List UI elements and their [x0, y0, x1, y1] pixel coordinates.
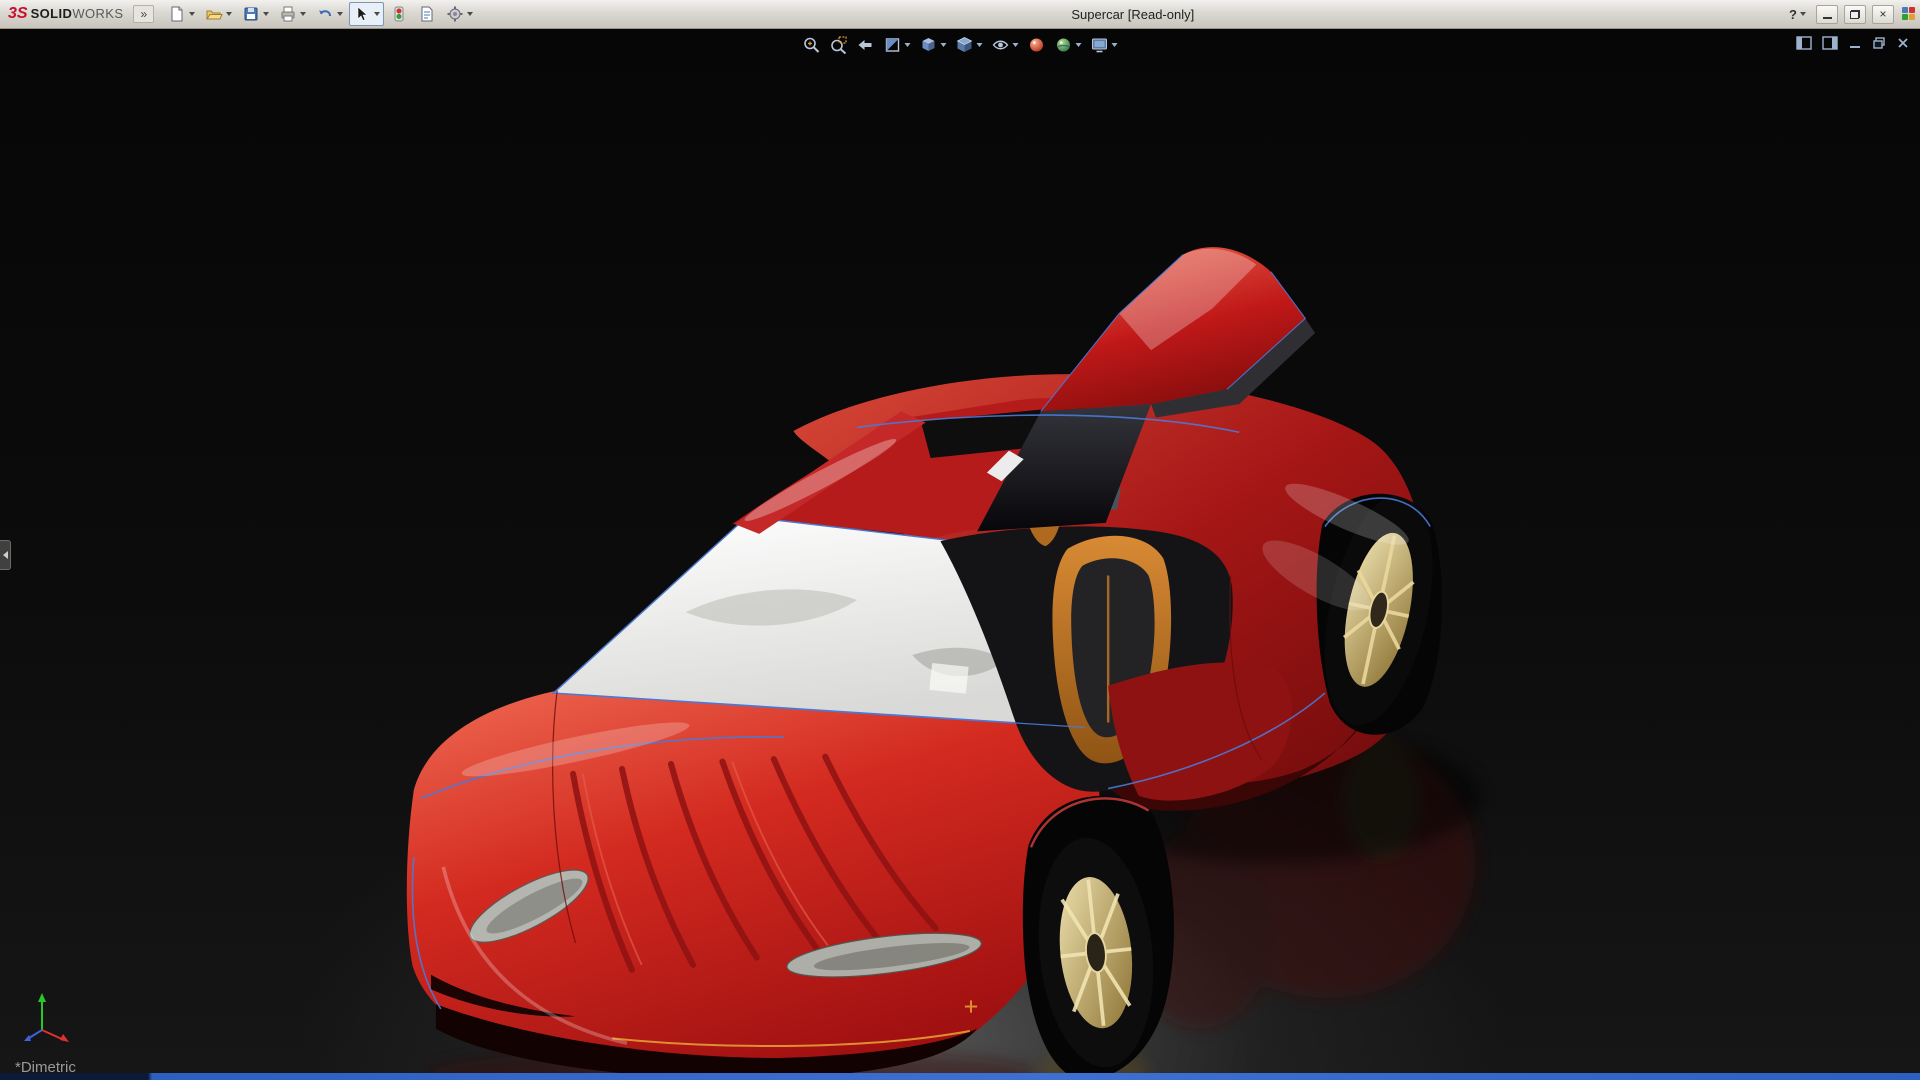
select-button[interactable]	[349, 2, 384, 26]
dropdown-caret[interactable]	[226, 12, 232, 16]
zoom-to-area-button[interactable]	[828, 35, 850, 55]
restore-icon	[1850, 10, 1860, 19]
rebuild-icon	[390, 5, 408, 23]
previous-view-button[interactable]	[855, 35, 877, 55]
hide-show-eye-icon	[992, 36, 1010, 54]
dropdown-caret[interactable]	[905, 43, 911, 47]
view-orientation-button[interactable]	[918, 35, 949, 55]
open-folder-icon	[205, 5, 223, 23]
save-icon	[242, 5, 260, 23]
display-style-icon	[956, 36, 974, 54]
hide-show-items-button[interactable]	[990, 35, 1021, 55]
window-controls: ? ×	[1785, 5, 1918, 24]
minimize-button[interactable]	[1816, 5, 1838, 24]
dropdown-caret[interactable]	[467, 12, 473, 16]
display-style-button[interactable]	[954, 35, 985, 55]
solidworks-window: 3S SOLIDWORKS »	[0, 0, 1920, 1080]
apply-scene-sphere-icon	[1055, 36, 1073, 54]
chevron-left-icon	[3, 551, 8, 559]
zoom-to-fit-icon	[803, 36, 821, 54]
triad-y-axis	[38, 993, 46, 1002]
undo-icon	[316, 5, 334, 23]
close-button[interactable]: ×	[1872, 5, 1894, 24]
titlebar: 3S SOLIDWORKS »	[0, 0, 1920, 29]
options-gear-icon	[446, 5, 464, 23]
dropdown-caret[interactable]	[1112, 43, 1118, 47]
doc-close-button[interactable]	[1896, 36, 1910, 50]
file-properties-icon	[418, 5, 436, 23]
print-button[interactable]	[275, 2, 310, 26]
dropdown-caret[interactable]	[1800, 12, 1806, 16]
zoom-to-fit-button[interactable]	[801, 35, 823, 55]
previous-view-icon	[857, 36, 875, 54]
undo-button[interactable]	[312, 2, 347, 26]
feature-manager-collapse-tab[interactable]	[0, 540, 11, 570]
new-document-button[interactable]	[164, 2, 199, 26]
solidworks-logo: 3S SOLIDWORKS	[2, 5, 133, 23]
restore-button[interactable]	[1844, 5, 1866, 24]
doc-minimize-button[interactable]	[1848, 36, 1862, 50]
dropdown-caret[interactable]	[941, 43, 947, 47]
dropdown-caret[interactable]	[977, 43, 983, 47]
print-icon	[279, 5, 297, 23]
new-document-icon	[168, 5, 186, 23]
apply-scene-button[interactable]	[1053, 35, 1084, 55]
options-button[interactable]	[442, 2, 477, 26]
section-view-icon	[884, 36, 902, 54]
dropdown-caret[interactable]	[374, 12, 380, 16]
zoom-to-area-icon	[830, 36, 848, 54]
help-icon: ?	[1789, 7, 1797, 22]
apps-grid-icon[interactable]	[1902, 7, 1916, 21]
window-title: Supercar [Read-only]	[1071, 0, 1194, 29]
triad-z-axis	[24, 1035, 31, 1041]
rebuild-button[interactable]	[386, 2, 412, 26]
close-icon: ×	[1879, 8, 1886, 20]
heads-up-view-toolbar	[795, 33, 1126, 57]
dropdown-caret[interactable]	[263, 12, 269, 16]
help-button[interactable]: ?	[1785, 5, 1810, 24]
dropdown-caret[interactable]	[1076, 43, 1082, 47]
pane-right-button[interactable]	[1822, 36, 1838, 50]
section-view-button[interactable]	[882, 35, 913, 55]
document-window-controls	[1796, 36, 1910, 50]
brand-glyph: 3S	[8, 5, 28, 23]
view-settings-icon	[1091, 36, 1109, 54]
dropdown-caret[interactable]	[189, 12, 195, 16]
standard-toolbar	[164, 2, 477, 26]
edit-appearance-button[interactable]	[1026, 35, 1048, 55]
orientation-triad	[18, 986, 90, 1058]
edit-appearance-sphere-icon	[1028, 36, 1046, 54]
menu-flyout-button[interactable]: »	[133, 5, 154, 23]
open-button[interactable]	[201, 2, 236, 26]
save-button[interactable]	[238, 2, 273, 26]
pane-left-button[interactable]	[1796, 36, 1812, 50]
view-orientation-cube-icon	[920, 36, 938, 54]
dropdown-caret[interactable]	[337, 12, 343, 16]
dropdown-caret[interactable]	[300, 12, 306, 16]
brand-solid-text: SOLID	[31, 6, 73, 21]
dropdown-caret[interactable]	[1013, 43, 1019, 47]
minimize-icon	[1823, 17, 1832, 19]
select-cursor-icon	[353, 5, 371, 23]
taskbar-edge-strip	[0, 1073, 1920, 1080]
viewport-3d-scene[interactable]	[0, 0, 1920, 1080]
brand-works-text: WORKS	[72, 6, 123, 21]
doc-restore-button[interactable]	[1872, 36, 1886, 50]
triad-x-axis	[60, 1034, 69, 1042]
file-properties-button[interactable]	[414, 2, 440, 26]
view-settings-button[interactable]	[1089, 35, 1120, 55]
